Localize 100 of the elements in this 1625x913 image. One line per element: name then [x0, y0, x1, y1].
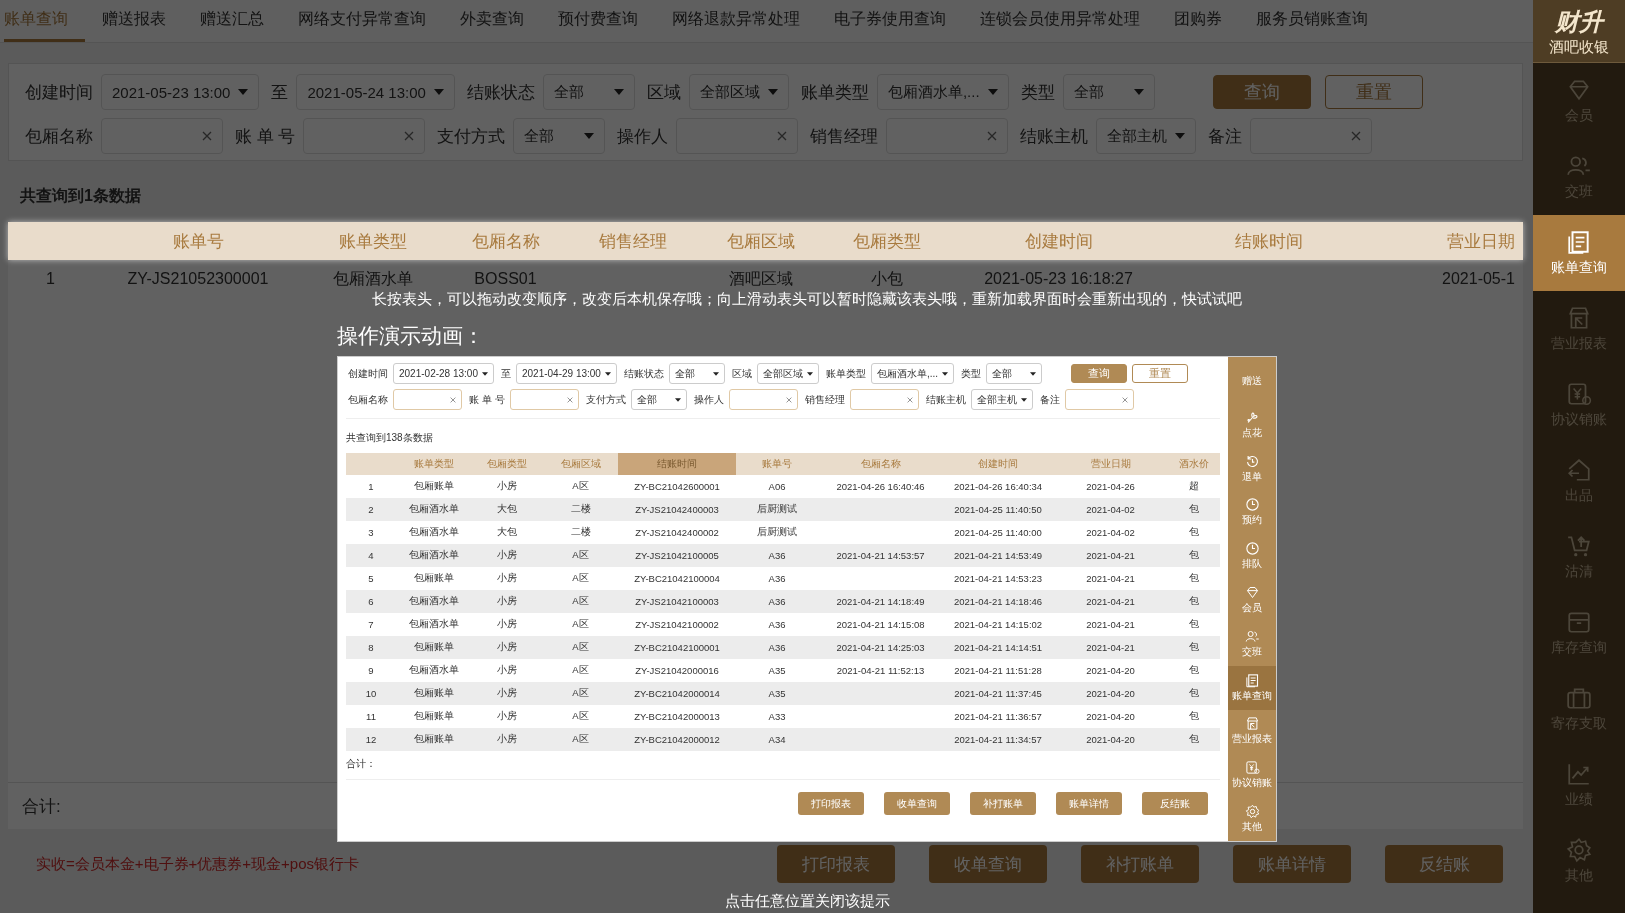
dropdown[interactable]: 全部主机 — [970, 389, 1033, 410]
text-field[interactable] — [303, 118, 426, 154]
text-field[interactable] — [676, 118, 799, 154]
sidebar-item[interactable]: 账单查询 — [1228, 665, 1276, 710]
column-header[interactable]: 结账时间 — [1166, 229, 1371, 253]
clear-icon[interactable] — [777, 131, 788, 141]
dropdown[interactable]: 全部 — [513, 118, 606, 154]
action-button[interactable]: 收单查询 — [929, 845, 1047, 883]
action-button[interactable]: 打印报表 — [798, 792, 864, 815]
clear-icon[interactable] — [450, 396, 456, 403]
tab[interactable]: 赠送报表 — [85, 0, 183, 42]
filter-label: 包厢名称 — [348, 392, 388, 407]
dropdown[interactable]: 全部 — [630, 389, 687, 410]
dropdown[interactable]: 2021-04-29 13:00 — [515, 363, 617, 384]
column-header[interactable]: 账单号 — [93, 229, 303, 253]
sidebar-item[interactable]: 其他 — [1228, 797, 1276, 841]
action-button[interactable]: 反结账 — [1385, 845, 1503, 883]
clear-icon[interactable] — [1121, 396, 1128, 403]
action-button[interactable]: 收单查询 — [884, 792, 950, 815]
dropdown[interactable]: 全部主机 — [1096, 118, 1197, 154]
action-button[interactable]: 账单详情 — [1056, 792, 1122, 815]
table-cell-text: 包厢账单 — [412, 480, 455, 493]
text-field[interactable] — [1064, 389, 1134, 410]
tab[interactable]: 连锁会员使用异常处理 — [963, 0, 1157, 42]
dropdown[interactable]: 全部 — [542, 74, 635, 110]
text-field[interactable] — [849, 389, 919, 410]
dropdown[interactable]: 全部区域 — [688, 74, 789, 110]
sidebar-item[interactable]: 排队 — [1228, 534, 1276, 579]
sidebar-item[interactable]: 会员 — [1228, 578, 1276, 622]
dropdown[interactable]: 2021-05-24 13:00 — [296, 74, 455, 110]
sidebar-item[interactable]: 账单查询 — [1533, 215, 1625, 291]
action-button[interactable]: 反结账 — [1142, 792, 1208, 815]
column-header[interactable]: 账单号 — [736, 453, 818, 475]
tab[interactable]: 服务员销账查询 — [1239, 0, 1385, 42]
table-cell-text: 小房 — [496, 618, 518, 631]
column-header[interactable]: 营业日期 — [1053, 453, 1168, 475]
text-field[interactable] — [886, 118, 1009, 154]
text-field[interactable] — [1250, 118, 1373, 154]
table-cell-text: ZY-JS21042000016 — [634, 665, 720, 676]
dropdown[interactable]: 2021-05-23 13:00 — [101, 74, 260, 110]
clear-icon[interactable] — [566, 396, 573, 403]
dropdown[interactable]: 全部 — [668, 363, 725, 384]
sidebar-item[interactable]: 协议销账 — [1228, 753, 1276, 798]
tab[interactable]: 网络退款异常处理 — [655, 0, 817, 42]
column-header[interactable]: 包厢类型 — [823, 229, 951, 253]
column-header[interactable]: 包厢区域 — [698, 229, 823, 253]
query-button[interactable]: 查询 — [1071, 364, 1128, 383]
text-field[interactable] — [393, 389, 462, 410]
column-header[interactable]: 包厢名称 — [818, 453, 943, 475]
reset-button[interactable]: 重置 — [1324, 75, 1423, 109]
column-header[interactable]: 包厢类型 — [471, 453, 543, 475]
action-button[interactable]: 账单详情 — [1233, 845, 1351, 883]
sidebar-item[interactable]: 营业报表 — [1228, 709, 1276, 754]
column-header[interactable]: 营业日期 — [1371, 229, 1523, 253]
tab[interactable]: 账单查询 — [4, 0, 85, 42]
sidebar-item[interactable]: 交班 — [1228, 621, 1276, 666]
column-header[interactable]: 酒水价 — [1168, 453, 1220, 475]
column-header[interactable]: 包厢名称 — [443, 229, 568, 253]
text-field[interactable] — [101, 118, 223, 154]
action-button[interactable]: 打印报表 — [777, 845, 895, 883]
dropdown[interactable]: 全部 — [1062, 74, 1155, 110]
dropdown[interactable]: 包厢酒水单,... — [870, 363, 955, 384]
column-header[interactable]: 账单类型 — [303, 229, 443, 253]
dropdown[interactable]: 全部 — [986, 363, 1043, 384]
tab[interactable]: 团购券 — [1157, 0, 1239, 42]
table-cell-text: 1 — [367, 481, 375, 492]
column-header[interactable]: 销售经理 — [568, 229, 698, 253]
clear-icon[interactable] — [404, 131, 415, 141]
column-header[interactable]: 创建时间 — [943, 453, 1053, 475]
column-header[interactable]: 包厢区域 — [543, 453, 618, 475]
dropdown[interactable]: 包厢酒水单,... — [876, 74, 1009, 110]
tab[interactable]: 赠送汇总 — [183, 0, 281, 42]
clear-icon[interactable] — [987, 131, 998, 141]
sidebar-item[interactable]: 退单 — [1228, 446, 1276, 491]
filter-label: 至 — [271, 81, 289, 104]
table-cell-text: 2021-04-21 14:15:02 — [952, 619, 1044, 630]
sidebar-item[interactable]: 赠送 — [1228, 359, 1276, 403]
sidebar-item[interactable]: 预约 — [1228, 490, 1276, 535]
action-button[interactable]: 补打账单 — [970, 792, 1036, 815]
clear-icon[interactable] — [785, 396, 792, 403]
tab[interactable]: 预付费查询 — [541, 0, 655, 42]
dropdown[interactable]: 全部区域 — [756, 363, 819, 384]
table-cell-text: 2021-04-21 11:34:57 — [953, 734, 1043, 745]
action-button[interactable]: 补打账单 — [1081, 845, 1199, 883]
column-header[interactable]: 账单类型 — [396, 453, 471, 475]
clear-icon[interactable] — [202, 131, 212, 141]
query-button[interactable]: 查询 — [1212, 75, 1311, 109]
table-cell-text: 2021-04-21 14:15:08 — [835, 619, 926, 630]
column-header[interactable]: 创建时间 — [951, 229, 1166, 253]
text-field[interactable] — [509, 389, 579, 410]
text-field[interactable] — [728, 389, 798, 410]
reset-button[interactable]: 重置 — [1132, 364, 1189, 383]
tab[interactable]: 电子券使用查询 — [817, 0, 963, 42]
clear-icon[interactable] — [906, 396, 913, 403]
sidebar-item[interactable]: 点花 — [1228, 402, 1276, 447]
column-header[interactable]: 结账时间 — [618, 453, 736, 475]
tab[interactable]: 外卖查询 — [443, 0, 541, 42]
dropdown[interactable]: 2021-02-28 13:00 — [393, 363, 494, 384]
tab[interactable]: 网络支付异常查询 — [281, 0, 443, 42]
clear-icon[interactable] — [1351, 131, 1362, 141]
